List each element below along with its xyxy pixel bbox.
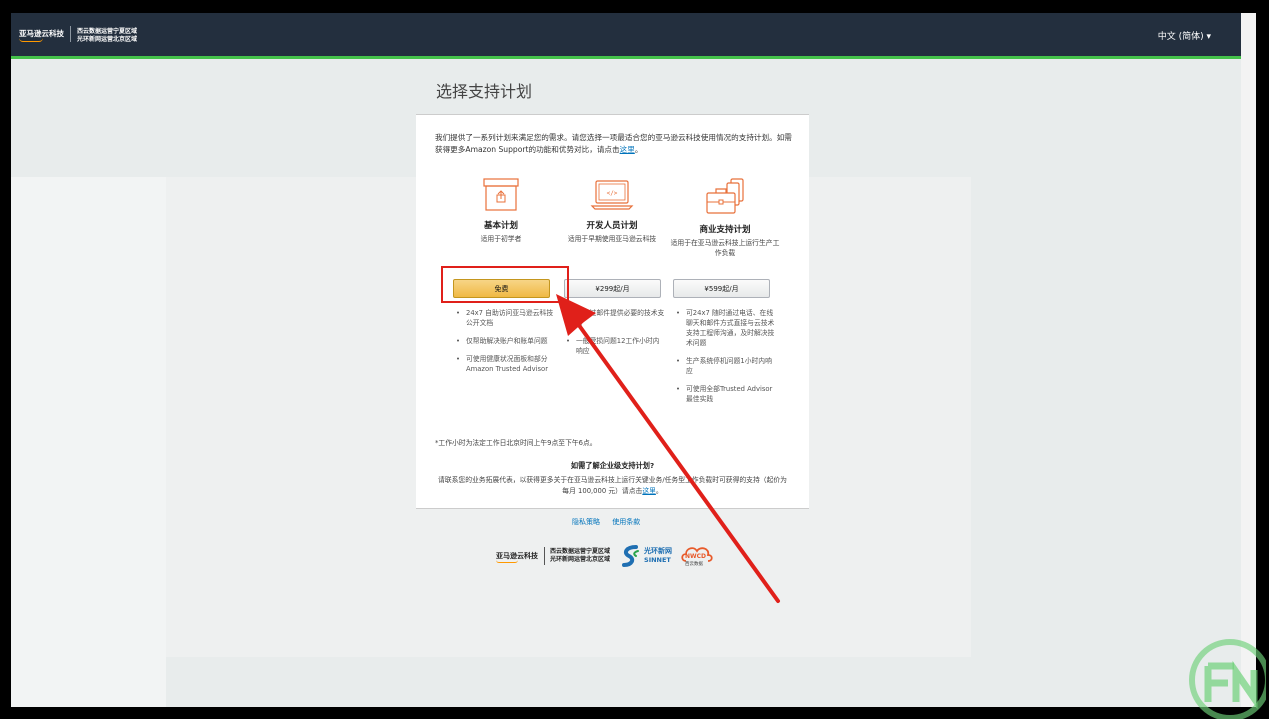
annotation-arrow-icon xyxy=(556,294,780,603)
watermark-logo-icon xyxy=(1189,639,1266,719)
